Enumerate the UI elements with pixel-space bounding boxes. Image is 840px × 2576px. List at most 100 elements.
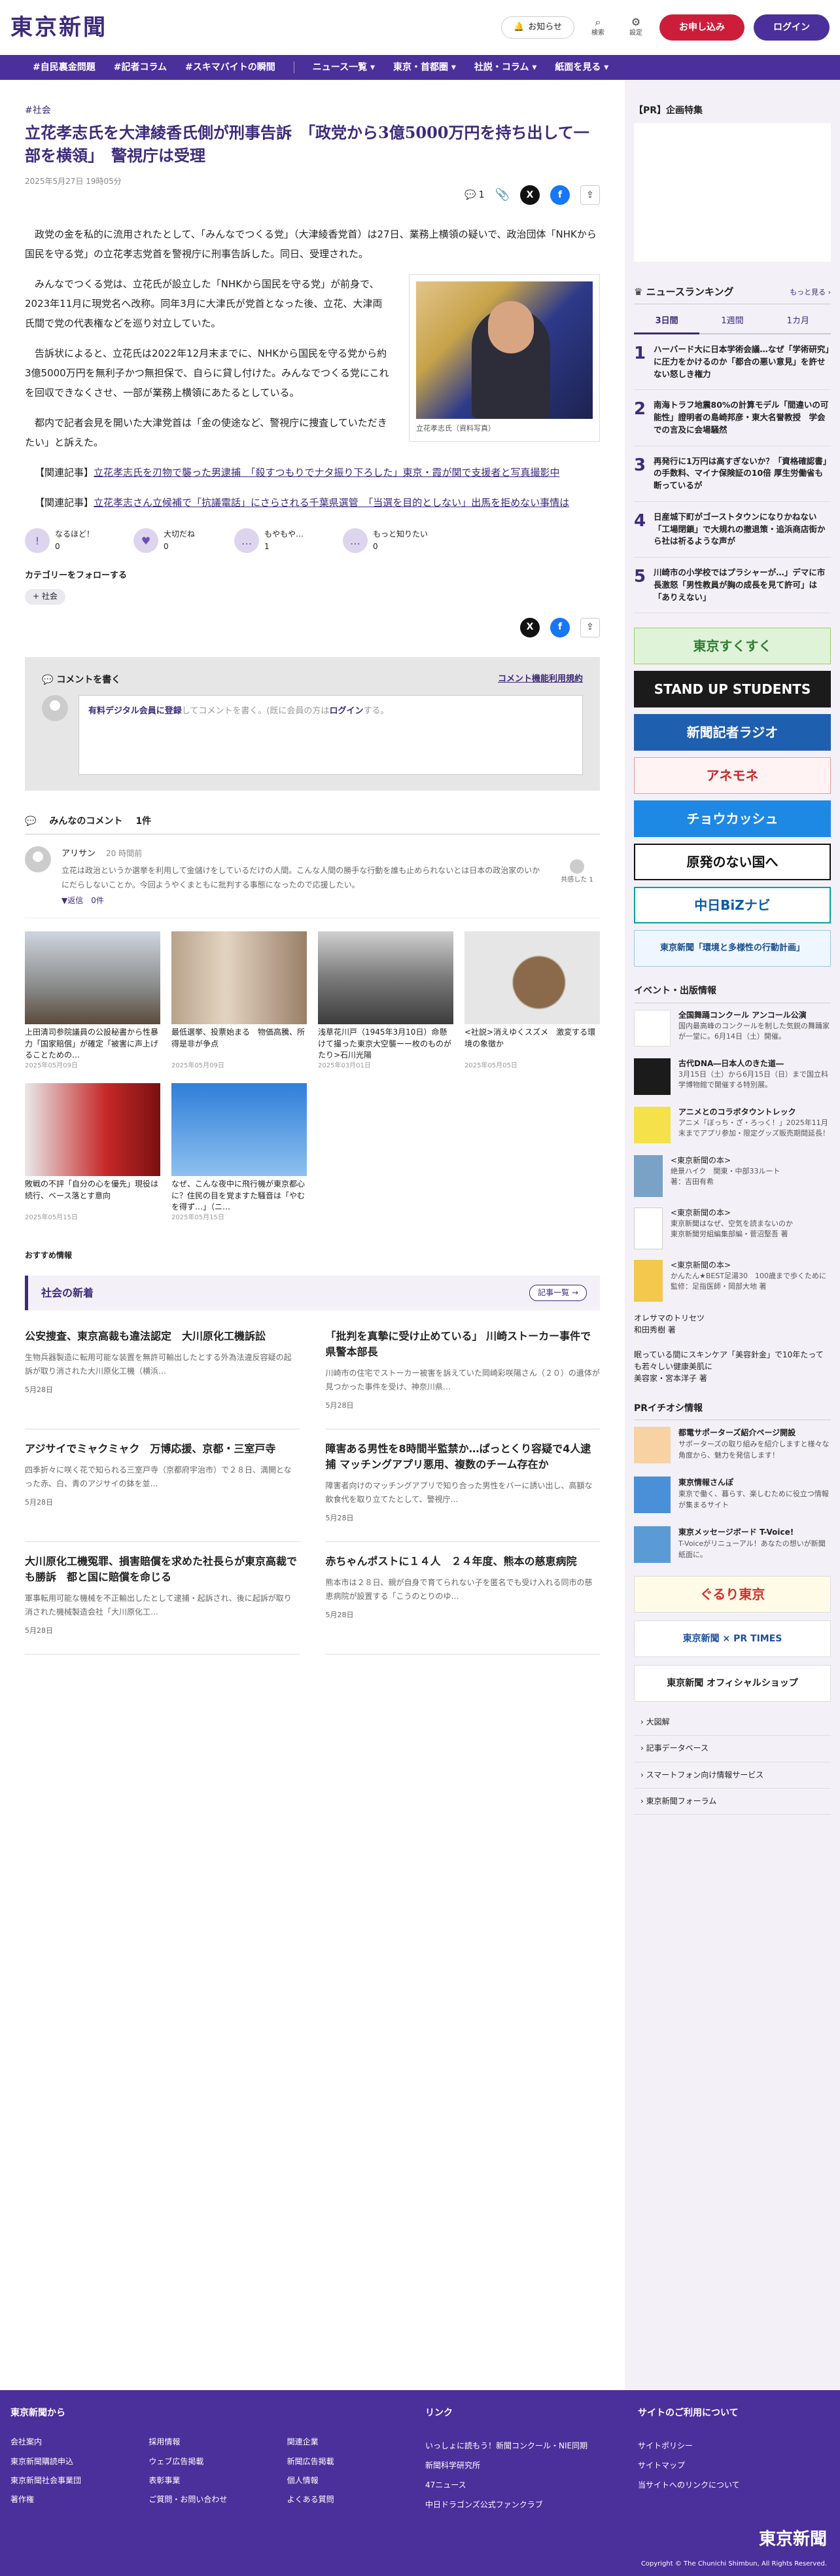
thumbnail-card[interactable]: 最低選挙、投票始まる 物価高騰、所得是非が争点 2025年05月09日 bbox=[171, 931, 307, 1071]
reply-toggle[interactable]: ▼返信 0件 bbox=[61, 895, 544, 907]
reaction-moyamoya[interactable]: … もやもや… 1 bbox=[234, 528, 304, 554]
footer-link[interactable]: よくある質問 bbox=[287, 2494, 425, 2506]
nav-item[interactable]: 社説・コラム ▾ bbox=[474, 60, 536, 75]
subscribe-button[interactable]: お申し込み bbox=[659, 14, 744, 41]
x-share-icon[interactable]: X bbox=[520, 185, 540, 206]
footer-logo[interactable]: 東京新聞 bbox=[759, 2526, 827, 2554]
news-item[interactable]: 公安捜査、東京高裁も違法認定 大川原化工機訴訟 生物兵器製造に転用可能な装置を無許… bbox=[25, 1323, 300, 1430]
book-item[interactable]: <東京新聞の本> かんたん★BEST足湯30 100歳まで歩くために 監修：足指医師… bbox=[634, 1259, 831, 1302]
related-link[interactable]: 立花孝志さん立候補で「抗議電話」にさらされる千葉県選管 「当選を目的としない」出… bbox=[94, 497, 569, 509]
book-item[interactable]: <東京新聞の本> 東京新聞はなぜ、空気を読まないのか 東京新聞労組編集部編・菅沼堅吾… bbox=[634, 1207, 831, 1249]
share-icon[interactable]: ⇪ bbox=[580, 617, 600, 637]
book-link[interactable]: 眠っている間にスキンケア「美容針金」で10年たっても若々しい健康美肌に 美容家・宮… bbox=[634, 1349, 831, 1384]
reaction-naruhodo[interactable]: ! なるほど！ 0 bbox=[25, 528, 94, 554]
section-more-button[interactable]: 記事一覧 → bbox=[529, 1284, 587, 1302]
thumbnail-card[interactable]: 敗戦の不評「自分の心を優先」現役は続行、ベース落とす意向 2025年05月15日 bbox=[25, 1083, 160, 1223]
ranking-more-link[interactable]: もっと見る › bbox=[790, 287, 831, 298]
login-link[interactable]: ログイン bbox=[329, 706, 363, 716]
event-item[interactable]: アニメとのコラボタウントレック アニメ「ぼっち・ざ・ろっく！」2025年11月末ま… bbox=[634, 1106, 831, 1143]
banner-stand-up-students[interactable]: STAND UP STUDENTS bbox=[634, 671, 831, 708]
footer-link[interactable]: 会社案内 bbox=[10, 2436, 149, 2448]
login-button[interactable]: ログイン bbox=[754, 14, 830, 41]
footer-link[interactable]: 当サイトへのリンクについて bbox=[638, 2475, 840, 2495]
ranking-item[interactable]: 5 川崎市の小学校ではプラシャーが…」デマに市長激怒「男性教員が胸の成長を見て許可… bbox=[634, 558, 831, 614]
footer-link[interactable]: ご質問・お問い合わせ bbox=[149, 2494, 287, 2506]
follow-chip[interactable]: + 社会 bbox=[25, 589, 65, 605]
related-link[interactable]: 立花孝志氏を刃物で襲った男逮捕 「殺すつもりでナタ振り下ろした」東京・霞が関で支… bbox=[94, 467, 560, 478]
reaction-taisetsu[interactable]: ♥ 大切だね 0 bbox=[133, 528, 195, 554]
thumbnail-card[interactable]: なぜ、こんな夜中に飛行機が東京都心に？住民の目を覚ますた騒音は「やむを得ず…」（… bbox=[171, 1083, 307, 1223]
side-link[interactable]: › 東京新聞フォーラム bbox=[634, 1789, 831, 1815]
article-tag[interactable]: #社会 bbox=[25, 103, 600, 118]
banner-chokassh[interactable]: チョウカッシュ bbox=[634, 800, 831, 838]
banner-chunichi-biz[interactable]: 中日BiZナビ bbox=[634, 887, 831, 924]
book-item[interactable]: <東京新聞の本> 絶景ハイク 関東・中部33ルート 著：吉田有希 bbox=[634, 1154, 831, 1197]
ranking-item[interactable]: 4 日産城下町がゴーストタウンになりかねない「工場閉鎖」で大規れの撤退策・追浜商店… bbox=[634, 502, 831, 558]
news-item[interactable]: 障害ある男性を8時間半監禁か…ぱっとくり容疑で4人逮捕 マッチングアプリ悪用、複… bbox=[325, 1436, 600, 1543]
tab-1week[interactable]: 1週間 bbox=[699, 311, 765, 333]
side-link[interactable]: › スマートフォン向け情報サービス bbox=[634, 1762, 831, 1789]
agree-button[interactable]: 共感した 1 bbox=[554, 846, 600, 907]
comment-input[interactable]: 有料デジタル会員に登録してコメントを書く。(既に会員の方はログインする。 bbox=[79, 694, 583, 775]
event-item[interactable]: 全国舞踊コンクール アンコール公演 国内最高峰のコンクールを制した気鋭の舞踊家が一… bbox=[634, 1009, 831, 1046]
footer-link[interactable]: ウェブ広告掲載 bbox=[149, 2456, 287, 2468]
news-item[interactable]: 「批判を真摯に受け止めている」 川崎ストーカー事件で県警本部長 川崎市の住宅でスト… bbox=[325, 1323, 600, 1430]
footer-link[interactable]: サイトマップ bbox=[638, 2456, 840, 2475]
site-logo[interactable]: 東京新聞 bbox=[10, 10, 107, 45]
article-photo[interactable] bbox=[416, 281, 593, 420]
banner-sukusuku[interactable]: 東京すくすく bbox=[634, 628, 831, 665]
banner-anemone[interactable]: アネモネ bbox=[634, 757, 831, 795]
banner-genpatsu[interactable]: 原発のない国へ bbox=[634, 844, 831, 881]
comment-terms-link[interactable]: コメント機能利用規約 bbox=[498, 673, 583, 687]
ad-slot[interactable] bbox=[634, 123, 831, 262]
ranking-item[interactable]: 1 ハーバード大に日本学術会議…なぜ「学術研究」に圧力をかけるのか「都合の悪い意見… bbox=[634, 334, 831, 391]
footer-link[interactable]: 採用情報 bbox=[149, 2436, 287, 2448]
news-item[interactable]: 赤ちゃんポストに１４人 ２４年度、熊本の慈恵病院 熊本市は２８日、親が自身で育てら… bbox=[325, 1548, 600, 1655]
thumbnail-card[interactable]: 浅草花川戸（1945年3月10日）命懸けて撮った東京大空襲ーー枚のものがたり>石… bbox=[318, 931, 453, 1071]
side-link[interactable]: › 記事データベース bbox=[634, 1736, 831, 1762]
nav-item[interactable]: #スキマバイトの瞬間 bbox=[185, 60, 275, 75]
banner-gururi-tokyo[interactable]: ぐるり東京 bbox=[634, 1576, 831, 1613]
banner-pr-times[interactable]: 東京新聞 × PR TIMES bbox=[634, 1620, 831, 1658]
banner-official-shop[interactable]: 東京新聞 オフィシャルショップ bbox=[634, 1665, 831, 1702]
banner-environment-plan[interactable]: 東京新聞「環境と多様性の行動計画」 bbox=[634, 930, 831, 967]
pr-item[interactable]: 都電サポーターズ紹介ページ開設 サポーターズの取り組みを紹介しますと様々な角度から… bbox=[634, 1427, 831, 1464]
facebook-share-icon[interactable]: f bbox=[550, 617, 570, 637]
facebook-share-icon[interactable]: f bbox=[550, 185, 570, 206]
tab-3days[interactable]: 3日間 bbox=[634, 311, 700, 335]
search-button[interactable]: ⌕ 検索 bbox=[584, 16, 612, 39]
x-share-icon[interactable]: X bbox=[520, 617, 540, 637]
footer-link[interactable]: 個人情報 bbox=[287, 2475, 425, 2487]
footer-link[interactable]: 東京新聞購読申込 bbox=[10, 2456, 149, 2468]
footer-link[interactable]: 関連企業 bbox=[287, 2436, 425, 2448]
event-item[interactable]: 古代DNA―日本人のきた道― 3月15日（土）から6月15日（日）まで国立科学博物… bbox=[634, 1058, 831, 1095]
nav-item[interactable]: 紙面を見る ▾ bbox=[555, 60, 608, 75]
footer-link[interactable]: 新聞科学研究所 bbox=[425, 2456, 638, 2475]
share-icon[interactable]: ⇪ bbox=[580, 185, 600, 206]
news-item[interactable]: アジサイでミャクミャク 万博応援、京都・三室戸寺 四季折々に咲く花で知られる三室戸… bbox=[25, 1436, 300, 1543]
footer-link[interactable]: 表彰事業 bbox=[149, 2475, 287, 2487]
footer-link[interactable]: 東京新聞社会事業団 bbox=[10, 2475, 149, 2487]
settings-button[interactable]: ⚙ 設定 bbox=[621, 16, 650, 39]
ranking-item[interactable]: 2 南海トラフ地震80%の計算モデル「間違いの可能性」證明者の島崎邦彦・東大名誉教… bbox=[634, 390, 831, 446]
reaction-motto[interactable]: … もっと知りたい 0 bbox=[343, 528, 428, 554]
footer-link[interactable]: 中日ドラゴンズ公式ファンクラブ bbox=[425, 2495, 638, 2514]
pr-item[interactable]: 東京メッセージボード T-Voice! T-Voiceがリニューアル！あなたの想い… bbox=[634, 1526, 831, 1564]
nav-item[interactable]: #記者コラム bbox=[114, 60, 167, 75]
news-item[interactable]: 大川原化工機冤罪、損害賠償を求めた社長らが東京高裁でも勝訴 都と国に賠償を命じる… bbox=[25, 1548, 300, 1655]
thumbnail-card[interactable]: <社説>消えゆくスズメ 激変する環境の象徴か 2025年05月05日 bbox=[464, 931, 600, 1071]
footer-link[interactable]: 著作権 bbox=[10, 2494, 149, 2506]
side-link[interactable]: › 大図解 bbox=[634, 1709, 831, 1736]
footer-link[interactable]: 新聞広告掲載 bbox=[287, 2456, 425, 2468]
banner-radio[interactable]: 新聞記者ラジオ bbox=[634, 714, 831, 751]
footer-link[interactable]: 47ニュース bbox=[425, 2475, 638, 2495]
clip-icon[interactable]: 📎 bbox=[495, 186, 510, 205]
nav-item[interactable]: ニュース一覧 ▾ bbox=[313, 60, 375, 75]
tab-1month[interactable]: 1カ月 bbox=[765, 311, 831, 333]
pr-item[interactable]: 東京情報さんぽ 東京で働く、暮らす、楽しむために役立つ情報が集まるサイト bbox=[634, 1476, 831, 1514]
member-register-link[interactable]: 有料デジタル会員に登録 bbox=[88, 706, 182, 716]
footer-link[interactable]: いっしょに読もう！新聞コンクール・NIE同期 bbox=[425, 2436, 638, 2456]
nav-item[interactable]: #自民裏金問題 bbox=[33, 60, 96, 75]
comment-count[interactable]: 💬 1 bbox=[464, 188, 484, 202]
notice-button[interactable]: 🔔 お知らせ bbox=[501, 16, 574, 39]
